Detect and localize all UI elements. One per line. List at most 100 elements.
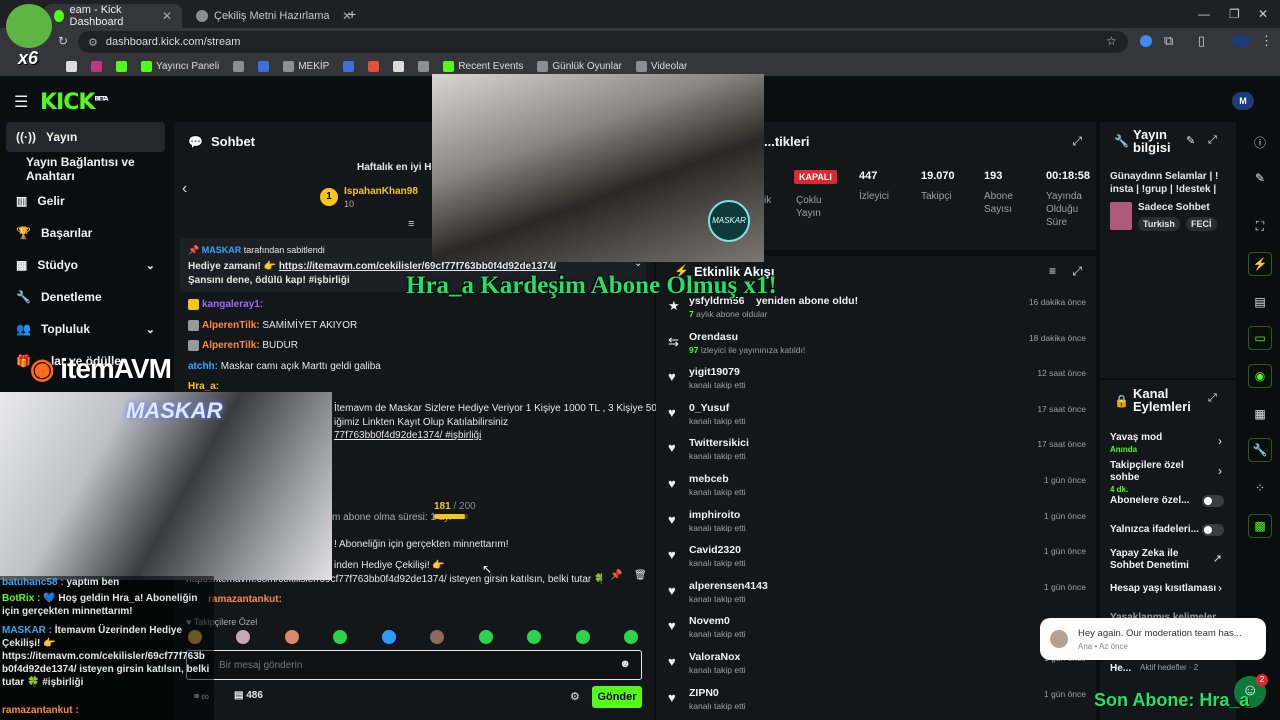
users-icon[interactable]: ⁘ xyxy=(1248,476,1272,500)
info-icon[interactable]: ⓘ xyxy=(1248,130,1272,154)
promo-link[interactable]: 77f763bb0f4d92de1374/ #işbirliği xyxy=(334,429,481,442)
chat-input[interactable]: ☻ xyxy=(186,650,642,680)
activity-item[interactable]: ♥Novem0kanalı takip etti1 gün önce xyxy=(664,612,1088,648)
activity-item[interactable]: ♥ValoraNoxkanalı takip etti1 gün önce xyxy=(664,648,1088,684)
activity-item[interactable]: ♥ Cavid2320 kanalı takip etti 1 gün önce xyxy=(664,541,1088,577)
activity-user[interactable]: Novem0 xyxy=(689,615,730,627)
sidepanel-icon[interactable]: ▯ xyxy=(1198,33,1205,49)
activity-user[interactable]: Twittersikici xyxy=(689,437,749,449)
activity-item[interactable]: ♥ 0_Yusuf kanalı takip etti 17 saat önce xyxy=(664,399,1088,435)
activity-item[interactable]: ♥ mebceb kanalı takip etti 1 gün önce xyxy=(664,470,1088,506)
activity-user[interactable]: ValoraNox xyxy=(689,651,740,663)
document-icon[interactable]: ▤ xyxy=(1248,290,1272,314)
kick-logo[interactable]: KICKBETA xyxy=(40,90,108,115)
emote-icon[interactable] xyxy=(527,630,542,644)
activity-item[interactable]: ♥ ZIPN0 kanalı takip etti 1 gün önce xyxy=(664,684,1088,720)
bookmark-gunluk-oyunlar[interactable]: Günlük Oyunlar xyxy=(537,60,622,72)
emotes-only-toggle[interactable] xyxy=(1202,524,1224,536)
pinned-by-user[interactable]: MASKAR xyxy=(202,245,242,255)
activity-item[interactable]: ♥ alperensen4143 kanalı takip etti 1 gün ön… xyxy=(664,577,1088,613)
chat-username[interactable]: AlperenTilk: xyxy=(202,340,260,351)
lightning-icon[interactable]: ⚡ xyxy=(1248,252,1272,276)
activity-user[interactable]: mebceb xyxy=(689,473,729,485)
edit-pencil-icon[interactable]: ✎ xyxy=(1186,134,1195,147)
stack-icon[interactable]: ▦ xyxy=(1248,402,1272,426)
broadcast-icon[interactable]: ◉ xyxy=(1248,364,1272,388)
bookmark-yayinci-paneli[interactable]: Yayıncı Paneli xyxy=(141,60,219,72)
user-avatar[interactable]: M xyxy=(1232,92,1254,110)
bookmark-icon-c[interactable] xyxy=(343,60,355,72)
emote-icon[interactable] xyxy=(575,630,590,644)
activity-user[interactable]: alperensen4143 xyxy=(689,580,768,592)
sidebar-item-topluluk[interactable]: 👥 Topluluk ⌄ xyxy=(6,314,165,344)
emote-icon[interactable] xyxy=(284,630,299,644)
chat-username[interactable]: Hra_a: xyxy=(188,381,219,392)
emote-icon[interactable] xyxy=(478,630,493,644)
bookmark-videolar[interactable]: Videolar xyxy=(635,60,687,72)
sidebar-item-denetleme[interactable]: 🔧 Denetleme xyxy=(6,282,165,312)
bookmark-recent-events[interactable]: Recent Events xyxy=(443,60,523,72)
restore-icon[interactable]: ❐ xyxy=(1229,7,1240,21)
tag-badge[interactable]: Turkish xyxy=(1138,217,1180,231)
subs-only-toggle[interactable] xyxy=(1202,495,1224,507)
pinned-link[interactable]: https://itemavm.com/cekilisler/69cf77f76… xyxy=(279,261,556,272)
category-name[interactable]: Sadece Sohbet xyxy=(1138,202,1210,213)
bookmark-mekip[interactable]: MEKİP xyxy=(283,60,329,72)
wrench-icon[interactable]: 🔧 xyxy=(1248,438,1272,462)
chat-username[interactable]: atchh: xyxy=(188,361,218,372)
tab-kick-dashboard[interactable]: eam - Kick Dashboard ✕ xyxy=(44,4,182,28)
sidebar-item-basarilar[interactable]: 🏆 Başarılar xyxy=(6,218,165,248)
activity-user[interactable]: ZIPN0 xyxy=(689,687,719,699)
sidebar-item-yayin-baglantisi[interactable]: Yayın Bağlantısı ve Anahtarı xyxy=(6,154,165,184)
chat-username[interactable]: kangaleray1: xyxy=(202,299,263,310)
extensions-puzzle-icon[interactable]: ⧉ xyxy=(1164,33,1173,49)
new-tab-icon[interactable]: + xyxy=(348,6,356,22)
activity-user[interactable]: yigit19079 xyxy=(689,366,740,378)
emote-icon[interactable] xyxy=(381,630,396,644)
emote-icon[interactable] xyxy=(623,630,638,644)
activity-user[interactable]: imphiroito xyxy=(689,509,740,521)
activity-user[interactable]: Orendasu xyxy=(689,331,738,343)
close-window-icon[interactable]: ✕ xyxy=(1258,7,1268,21)
activity-item[interactable]: ⇆ Orendasu 97 izleyici ile yayınınıza katı… xyxy=(664,328,1088,364)
chat-settings-gear-icon[interactable]: ⚙ xyxy=(570,690,580,703)
chevron-right-icon[interactable]: › xyxy=(1218,434,1222,448)
popout-icon[interactable]: ⤢ xyxy=(1208,392,1217,405)
support-toast[interactable]: Hey again. Our moderation team has... An… xyxy=(1040,618,1266,660)
pin-message-icon[interactable]: 📌 xyxy=(610,570,622,581)
send-button[interactable]: Gönder xyxy=(592,686,642,708)
popout-icon[interactable]: ⤢ xyxy=(1072,264,1082,279)
activity-user[interactable]: 0_Yusuf xyxy=(689,402,729,414)
emoji-icon[interactable]: ☻ xyxy=(619,658,631,670)
activity-item[interactable]: ♥ yigit19079 kanalı takip etti 12 saat önce xyxy=(664,363,1088,399)
bookmark-icon-d[interactable] xyxy=(393,60,405,72)
url-input[interactable]: ⚙ dashboard.kick.com/stream xyxy=(78,31,1128,53)
tag-badge[interactable]: FECİ xyxy=(1186,217,1217,231)
action-followers-only[interactable]: Takipçilere özel sohbe 4 dk. xyxy=(1110,460,1210,496)
bookmark-instagram[interactable] xyxy=(91,60,102,72)
activity-item[interactable]: ♥ Twittersikici kanalı takip etti 17 saat ö… xyxy=(664,434,1088,470)
reload-icon[interactable]: ↻ xyxy=(58,34,68,48)
clapperboard-icon[interactable]: ▩ xyxy=(1248,514,1272,538)
bookmark-icon-b[interactable] xyxy=(258,60,270,72)
chat-username[interactable]: ramazantankut: xyxy=(208,594,282,605)
chat-icon[interactable]: ▭ xyxy=(1248,326,1272,350)
emote-icon[interactable] xyxy=(236,630,251,644)
hamburger-menu-icon[interactable]: ☰ xyxy=(14,92,28,112)
minimize-icon[interactable]: — xyxy=(1198,7,1210,21)
close-tab-icon[interactable]: ✕ xyxy=(162,9,172,23)
chevron-right-icon[interactable]: › xyxy=(1218,464,1222,478)
external-link-icon[interactable]: ↗ xyxy=(1213,552,1222,565)
bookmark-icon-e[interactable] xyxy=(418,60,430,72)
action-slow-mode[interactable]: Yavaş mod Anında xyxy=(1110,432,1228,456)
tab-cekilis[interactable]: Çekiliş Metni Hazırlama ✕ xyxy=(186,4,362,28)
chat-input-field[interactable] xyxy=(219,656,599,674)
action-account-age[interactable]: Hesap yaşı kısıtlaması xyxy=(1110,583,1228,595)
bookmark-x[interactable] xyxy=(66,60,77,72)
activity-item[interactable]: ♥ imphiroito kanalı takip etti 1 gün önce xyxy=(664,506,1088,542)
bookmark-kick[interactable] xyxy=(116,60,127,72)
sidebar-item-gelir[interactable]: ▥ Gelir xyxy=(6,186,165,216)
bookmark-icon-a[interactable] xyxy=(233,60,245,72)
activity-user[interactable]: Cavid2320 xyxy=(689,544,741,556)
bookmark-star-icon[interactable]: ☆ xyxy=(1106,34,1117,48)
